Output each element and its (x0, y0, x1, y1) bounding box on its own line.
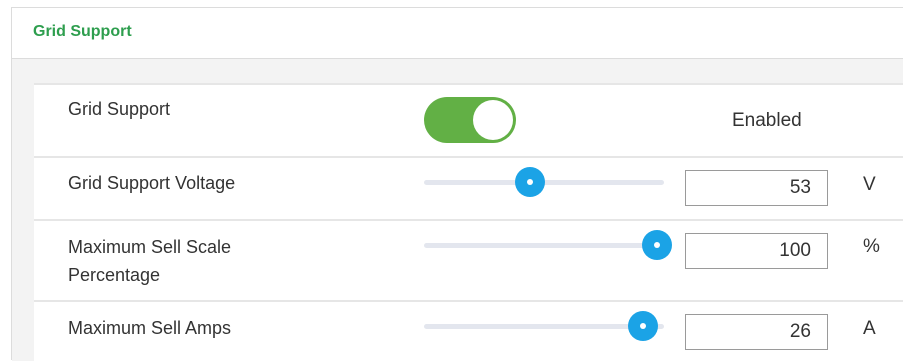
toggle-knob (473, 100, 513, 140)
panel-header: Grid Support (12, 8, 903, 59)
voltage-row: Grid Support Voltage V (34, 156, 903, 219)
voltage-slider-thumb[interactable] (515, 167, 546, 197)
grid-support-toggle[interactable] (424, 97, 516, 143)
sell-amps-input[interactable] (685, 314, 828, 350)
voltage-slider-track[interactable] (424, 167, 664, 197)
sell-amps-label: Maximum Sell Amps (68, 318, 232, 338)
grid-support-row: Grid Support Enabled (34, 83, 903, 156)
panel-title: Grid Support (33, 23, 132, 40)
sell-scale-row: Maximum Sell Scale Percentage % (34, 219, 903, 300)
sell-scale-slider-track[interactable] (424, 230, 672, 260)
sell-amps-slider-thumb[interactable] (628, 311, 659, 341)
grid-support-status: Enabled (732, 110, 802, 131)
sell-scale-slider-thumb[interactable] (642, 230, 672, 260)
sell-amps-row: Maximum Sell Amps A (34, 300, 903, 362)
grid-support-label: Grid Support (68, 99, 171, 119)
panel-body: Grid Support Enabled Grid Support Voltag… (12, 59, 903, 362)
sell-amps-slider-track[interactable] (424, 311, 664, 341)
settings-list: Grid Support Enabled Grid Support Voltag… (34, 83, 903, 362)
grid-support-panel: Grid Support Grid Support Enabled Grid S… (11, 7, 903, 362)
sell-scale-unit: % (863, 236, 880, 257)
sell-amps-unit: A (863, 318, 876, 339)
sell-scale-input[interactable] (685, 233, 828, 269)
sell-scale-label: Maximum Sell Scale Percentage (68, 237, 232, 285)
voltage-label: Grid Support Voltage (68, 173, 236, 193)
voltage-unit: V (863, 174, 876, 195)
voltage-input[interactable] (685, 170, 828, 206)
